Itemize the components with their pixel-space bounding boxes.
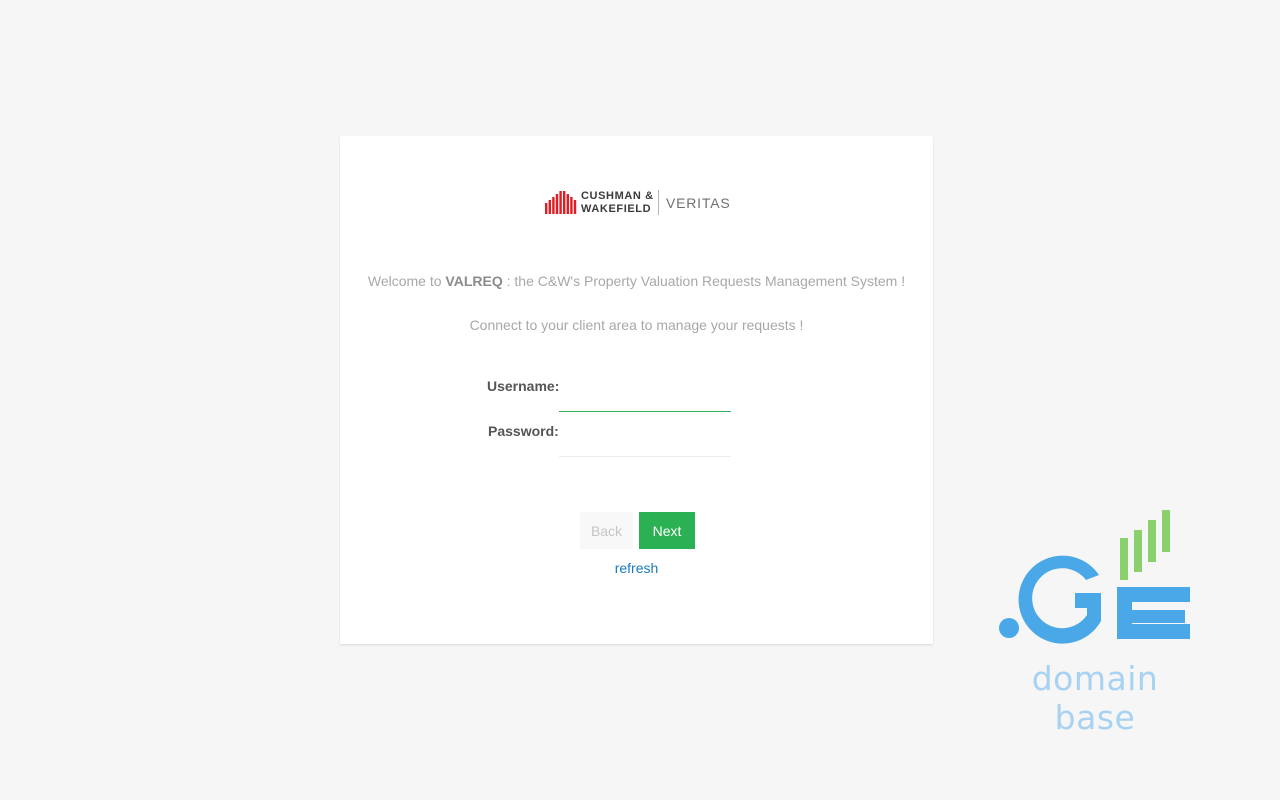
logo-brand-line1: CUSHMAN & xyxy=(581,190,654,202)
welcome-prefix: Welcome to xyxy=(367,273,446,289)
domain-base-caption: domain base xyxy=(1031,659,1159,737)
login-card: CUSHMAN & WAKEFIELD VERITAS Welcome to V… xyxy=(340,136,933,644)
logo-brand-line2: WAKEFIELD xyxy=(581,203,652,215)
back-button[interactable]: Back xyxy=(580,512,633,549)
username-input[interactable] xyxy=(559,371,731,412)
password-label: Password: xyxy=(488,423,559,439)
welcome-message: Welcome to VALREQ : the C&W's Property V… xyxy=(340,273,933,289)
logo-brand-text: CUSHMAN & WAKEFIELD xyxy=(581,191,654,215)
welcome-suffix: : the C&W's Property Valuation Requests … xyxy=(502,273,906,289)
logo-product-text: VERITAS xyxy=(666,195,731,211)
app-name: VALREQ xyxy=(445,273,503,289)
cushman-wakefield-building-icon xyxy=(545,191,577,214)
next-button[interactable]: Next xyxy=(639,512,695,549)
connect-message: Connect to your client area to manage yo… xyxy=(469,317,804,333)
logo-divider xyxy=(658,190,659,215)
ge-logo-icon xyxy=(999,510,1190,644)
password-input[interactable] xyxy=(559,416,731,457)
cushman-wakefield-veritas-logo: CUSHMAN & WAKEFIELD VERITAS xyxy=(545,190,730,216)
refresh-link[interactable]: refresh xyxy=(340,560,933,576)
username-label: Username: xyxy=(487,378,560,394)
domain-base-watermark: domain base xyxy=(995,505,1195,737)
